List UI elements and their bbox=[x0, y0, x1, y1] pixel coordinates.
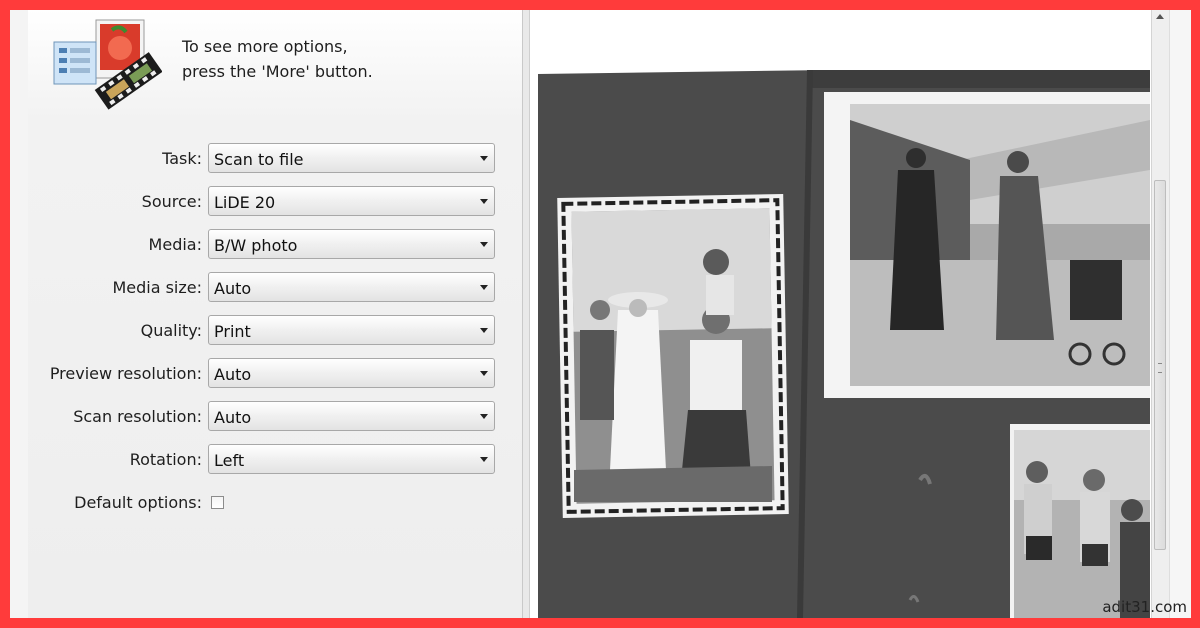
scanner-window: To see more options, press the 'More' bu… bbox=[10, 10, 1191, 618]
source-value: LiDE 20 bbox=[214, 193, 276, 212]
quality-value: Print bbox=[214, 322, 251, 341]
media-row: Media: B/W photo bbox=[28, 229, 508, 261]
watermark: adit31.com bbox=[1102, 598, 1187, 616]
scanner-photo-film-icon bbox=[53, 19, 162, 110]
preview-resolution-label: Preview resolution: bbox=[49, 364, 202, 383]
source-select[interactable]: LiDE 20 bbox=[208, 186, 495, 216]
task-select[interactable]: Scan to file bbox=[208, 143, 495, 173]
scrollbar-thumb[interactable] bbox=[1154, 180, 1166, 550]
preview-resolution-row: Preview resolution: Auto bbox=[28, 358, 508, 390]
window-left-edge bbox=[10, 10, 29, 618]
rotation-label: Rotation: bbox=[129, 450, 202, 469]
chevron-down-icon bbox=[480, 242, 488, 247]
rotation-select[interactable]: Left bbox=[208, 444, 495, 474]
scroll-up-arrow-icon[interactable] bbox=[1156, 14, 1164, 19]
default-options-label: Default options: bbox=[74, 493, 202, 512]
source-label: Source: bbox=[141, 192, 202, 211]
media-value: B/W photo bbox=[214, 236, 298, 255]
rotation-value: Left bbox=[214, 451, 245, 470]
chevron-down-icon bbox=[480, 156, 488, 161]
rotation-row: Rotation: Left bbox=[28, 444, 508, 476]
photo-left bbox=[557, 194, 789, 518]
task-row: Task: Scan to file bbox=[28, 143, 508, 175]
preview-resolution-select[interactable]: Auto bbox=[208, 358, 495, 388]
default-options-row: Default options: bbox=[28, 487, 508, 519]
panel-splitter[interactable] bbox=[523, 10, 530, 618]
photo-bottom-right bbox=[1010, 424, 1150, 618]
media-size-label: Media size: bbox=[112, 278, 202, 297]
chevron-down-icon bbox=[480, 199, 488, 204]
preview-vertical-scrollbar[interactable] bbox=[1151, 10, 1169, 618]
task-label: Task: bbox=[162, 149, 202, 168]
hint-line-1: To see more options, bbox=[182, 37, 348, 56]
chevron-down-icon bbox=[480, 285, 488, 290]
media-size-row: Media size: Auto bbox=[28, 272, 508, 304]
media-size-value: Auto bbox=[214, 279, 252, 298]
photo-top-right bbox=[824, 92, 1150, 398]
media-label: Media: bbox=[148, 235, 202, 254]
window-right-edge bbox=[1169, 10, 1191, 618]
chevron-down-icon bbox=[480, 457, 488, 462]
scanned-photo-preview bbox=[530, 10, 1150, 618]
quality-select[interactable]: Print bbox=[208, 315, 495, 345]
media-size-select[interactable]: Auto bbox=[208, 272, 495, 302]
chevron-down-icon bbox=[480, 328, 488, 333]
scan-resolution-value: Auto bbox=[214, 408, 252, 427]
source-row: Source: LiDE 20 bbox=[28, 186, 508, 218]
options-panel: To see more options, press the 'More' bu… bbox=[28, 10, 523, 618]
default-options-checkbox[interactable] bbox=[211, 496, 224, 509]
quality-row: Quality: Print bbox=[28, 315, 508, 347]
grip-icon bbox=[1158, 363, 1162, 373]
media-select[interactable]: B/W photo bbox=[208, 229, 495, 259]
hint-line-2: press the 'More' button. bbox=[182, 62, 373, 81]
quality-label: Quality: bbox=[140, 321, 202, 340]
more-options-hint: To see more options, press the 'More' bu… bbox=[182, 34, 373, 84]
scan-preview-area[interactable] bbox=[530, 10, 1150, 618]
chevron-down-icon bbox=[480, 371, 488, 376]
preview-resolution-value: Auto bbox=[214, 365, 252, 384]
chevron-down-icon bbox=[480, 414, 488, 419]
scan-resolution-label: Scan resolution: bbox=[73, 407, 202, 426]
scan-resolution-select[interactable]: Auto bbox=[208, 401, 495, 431]
task-value: Scan to file bbox=[214, 150, 304, 169]
scan-resolution-row: Scan resolution: Auto bbox=[28, 401, 508, 433]
